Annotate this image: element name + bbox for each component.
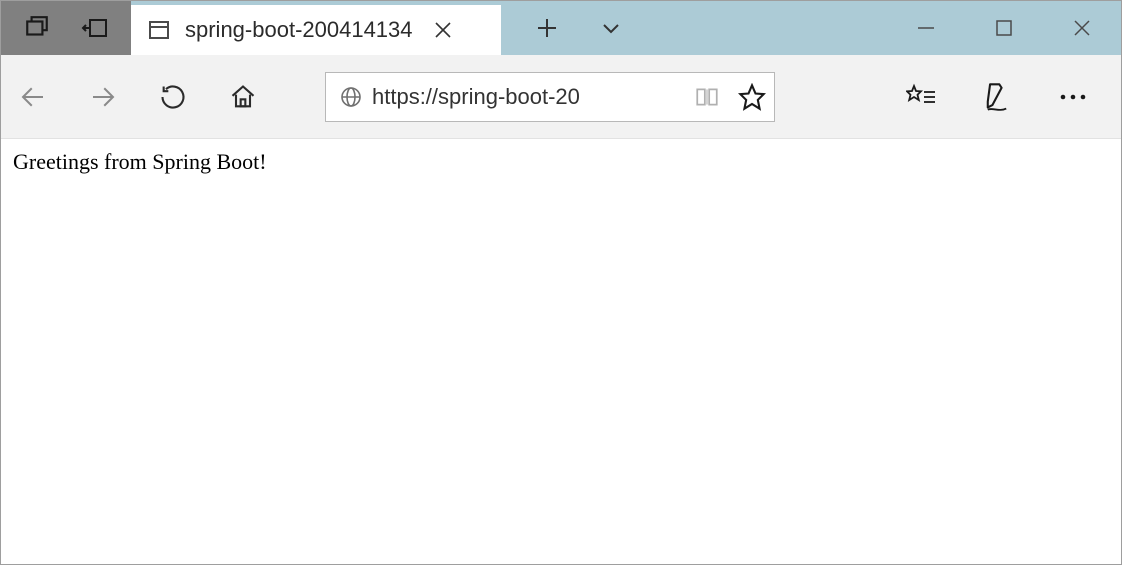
tab-actions-icon[interactable] — [19, 10, 55, 46]
close-window-button[interactable] — [1043, 1, 1121, 55]
maximize-button[interactable] — [965, 1, 1043, 55]
titlebar-left-controls — [1, 1, 131, 55]
titlebar: spring-boot-200414134 — [1, 1, 1121, 55]
home-button[interactable] — [225, 79, 261, 115]
page-viewport: Greetings from Spring Boot! — [1, 139, 1121, 564]
tab-menu-chevron-icon[interactable] — [593, 10, 629, 46]
minimize-button[interactable] — [887, 1, 965, 55]
favorites-list-icon[interactable] — [903, 79, 939, 115]
nav-buttons — [15, 79, 261, 115]
page-icon — [147, 18, 171, 42]
back-button[interactable] — [15, 79, 51, 115]
browser-window: spring-boot-200414134 — [0, 0, 1122, 565]
notes-pen-icon[interactable] — [979, 79, 1015, 115]
toolbar-right — [903, 79, 1097, 115]
tab-title: spring-boot-200414134 — [185, 17, 413, 43]
more-menu-icon[interactable] — [1055, 79, 1091, 115]
close-tab-button[interactable] — [427, 14, 459, 46]
new-tab-button[interactable] — [529, 10, 565, 46]
reading-view-icon[interactable] — [694, 84, 720, 110]
forward-button[interactable] — [85, 79, 121, 115]
window-controls — [887, 1, 1121, 55]
address-bar[interactable]: https://spring-boot-20 — [325, 72, 775, 122]
refresh-button[interactable] — [155, 79, 191, 115]
set-aside-tabs-icon[interactable] — [77, 10, 113, 46]
address-bar-actions — [688, 83, 766, 111]
toolbar: https://spring-boot-20 — [1, 55, 1121, 139]
url-text[interactable]: https://spring-boot-20 — [366, 84, 688, 110]
favorite-star-icon[interactable] — [738, 83, 766, 111]
page-body-text: Greetings from Spring Boot! — [13, 149, 1109, 175]
site-info-globe-icon[interactable] — [336, 85, 366, 109]
active-tab[interactable]: spring-boot-200414134 — [131, 5, 501, 55]
tabstrip-actions — [501, 1, 629, 55]
